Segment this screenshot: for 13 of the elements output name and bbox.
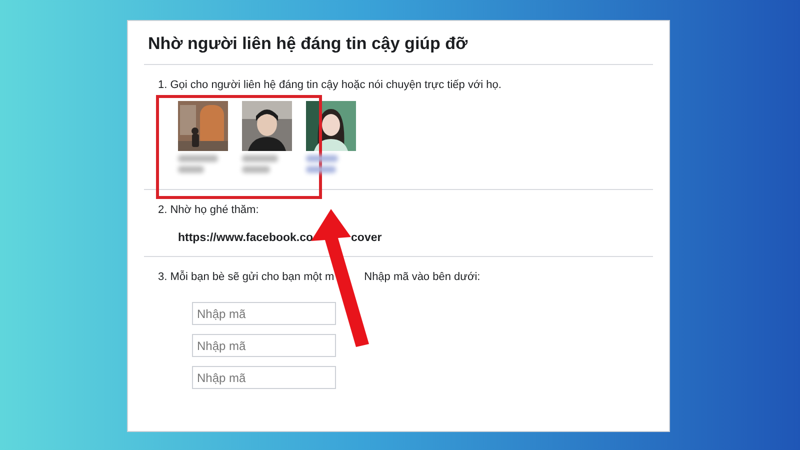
url-text: https://www.facebook.co <box>178 232 314 244</box>
step-text: 2. Nhờ họ ghé thăm: <box>158 204 260 216</box>
step-text: 3. Mỗi bạn bè sẽ gửi cho bạn một m <box>158 271 334 283</box>
blurred-name <box>242 166 270 173</box>
code-field[interactable]: Nhập mã <box>192 302 336 325</box>
code-field[interactable]: Nhập mã <box>192 334 336 357</box>
blurred-name <box>306 166 336 173</box>
url-text: cover <box>351 232 382 244</box>
dialog-title: Nhờ người liên hệ đáng tin cậy giúp đỡ <box>144 21 653 65</box>
step-text: Nhập mã vào bên dưới: <box>364 271 480 283</box>
step-text: 1. Gọi cho người liên hệ đáng tin cậy hoặc nói chuyện trực tiếp với họ. <box>158 79 502 91</box>
blurred-name <box>178 166 204 173</box>
code-field[interactable]: Nhập mã <box>192 366 336 389</box>
